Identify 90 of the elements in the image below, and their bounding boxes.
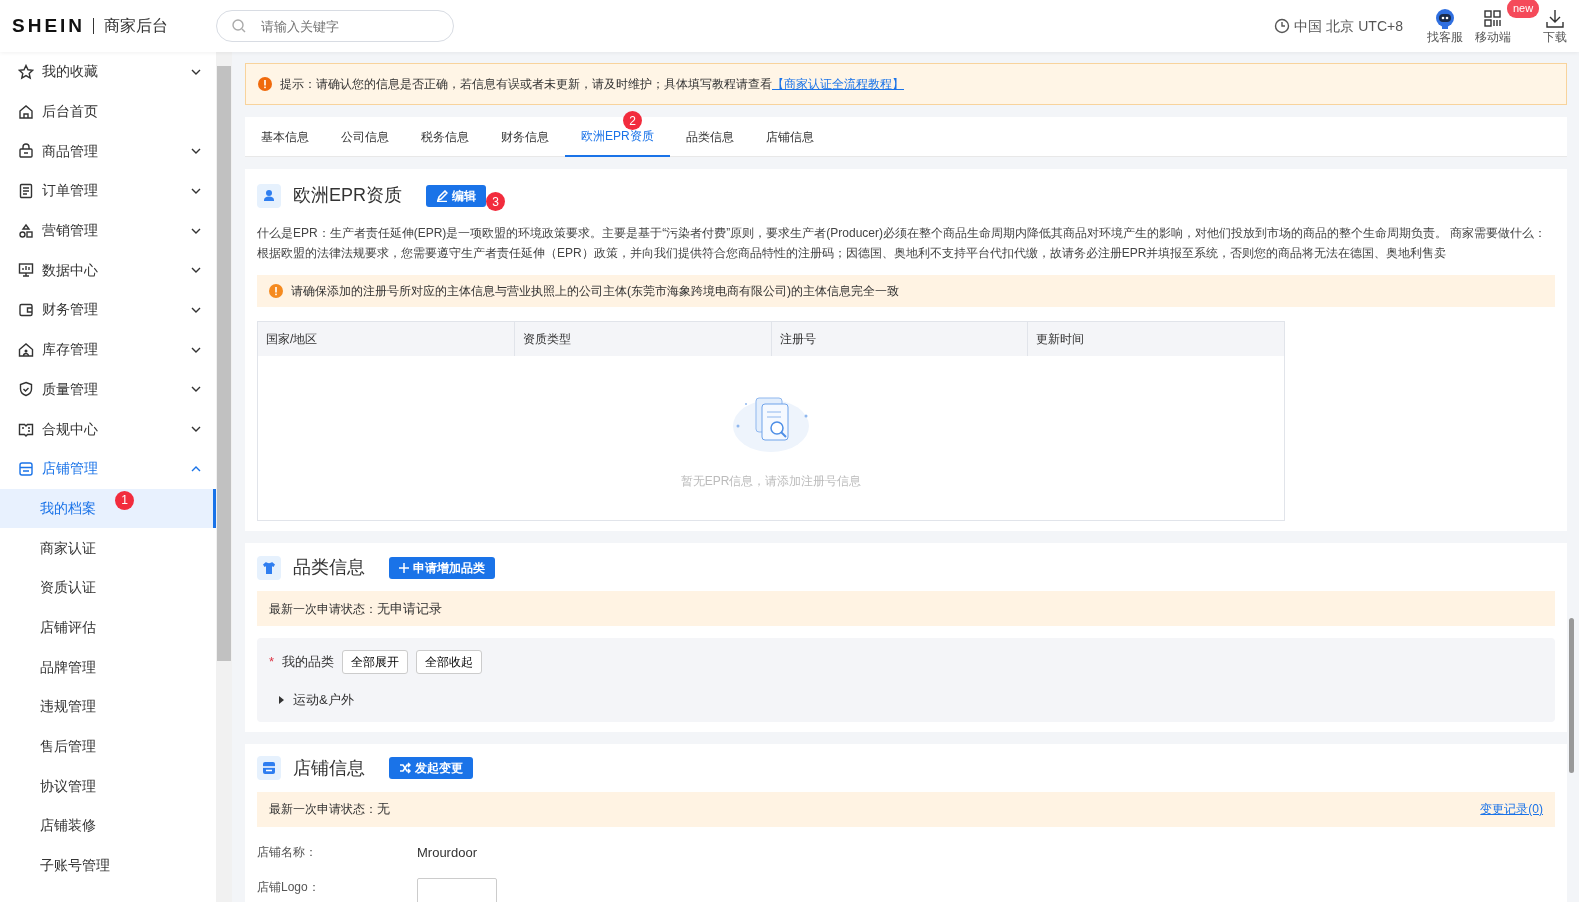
empty-text: 暂无EPR信息，请添加注册号信息 bbox=[680, 473, 862, 490]
sidebar-item[interactable]: 我的收藏 bbox=[0, 52, 216, 92]
shield-icon bbox=[18, 381, 34, 398]
tutorial-link[interactable]: 【商家认证全流程教程】 bbox=[772, 77, 904, 91]
warning-icon bbox=[269, 284, 283, 298]
column-header: 资质类型 bbox=[514, 322, 772, 356]
sidebar-item[interactable]: 后台首页 bbox=[0, 91, 216, 132]
sidebar-item[interactable]: 数据中心 bbox=[0, 250, 216, 291]
edit-icon bbox=[436, 189, 448, 202]
sidebar-subitem[interactable]: 商家认证 bbox=[0, 528, 216, 568]
wallet-icon bbox=[18, 301, 34, 318]
home-icon bbox=[18, 103, 34, 120]
field-label: 店铺Logo： bbox=[257, 879, 321, 896]
section-icon bbox=[257, 756, 281, 780]
field-label: 我的品类 bbox=[282, 653, 335, 672]
store-icon bbox=[18, 460, 34, 477]
app-subtitle: 商家后台 bbox=[93, 18, 169, 34]
qr-code-icon bbox=[1482, 8, 1504, 30]
sidebar-subitem[interactable]: 协议管理 bbox=[0, 766, 216, 807]
tab[interactable]: 税务信息 bbox=[405, 117, 485, 157]
caret-icon bbox=[277, 695, 285, 704]
section-icon bbox=[257, 555, 281, 580]
description-text: 什么是EPR：生产者责任延伸(EPR)是一项欧盟的环境政策要求。主要是基于“污染者付费”原则，要求生产者(Producer)必须在整个商品生命周期内降低其商品对环境产生的影响，对他们投放到市场的商品的整个生命周期负责。 商家需要做什么：根据欧盟的法律法规要求，您需要遵守生产者责任延伸（EPR）政策，并向我们提供符合您商品特性的注册码；因德国、奥地利不支持平台代扣代缴，故请务必注册EPR并填报至系统，否则您的商品将无法在德国、奥地利售卖 bbox=[257, 225, 1548, 262]
add-category-button[interactable]: 申请增加品类 bbox=[389, 556, 495, 579]
sidebar-subitem[interactable]: 资质认证 bbox=[0, 567, 216, 608]
search-icon bbox=[232, 19, 247, 33]
monitor-icon bbox=[18, 262, 34, 279]
section-icon bbox=[257, 183, 281, 208]
search-field[interactable]: 请输入关键字 bbox=[216, 10, 455, 42]
sidebar-item[interactable]: 质量管理 bbox=[0, 369, 216, 410]
step-marker: 1 bbox=[115, 490, 134, 510]
document-icon bbox=[18, 182, 34, 199]
sidebar-item[interactable]: 营销管理 bbox=[0, 210, 216, 251]
shapes-icon bbox=[18, 222, 34, 239]
header-tool[interactable]: 下载 bbox=[1543, 8, 1567, 44]
status-text: 最新一次申请状态：无申请记录 bbox=[269, 599, 442, 618]
required-mark: * bbox=[269, 653, 275, 672]
sidebar-item[interactable]: 合规中心 bbox=[0, 409, 216, 449]
tab[interactable]: 基本信息 bbox=[245, 117, 325, 157]
warning-icon bbox=[258, 77, 272, 91]
sidebar-subitem[interactable]: 店铺评估 bbox=[0, 607, 216, 648]
sidebar-subitem[interactable]: 售后管理 bbox=[0, 726, 216, 767]
sidebar-item[interactable]: 订单管理 bbox=[0, 171, 216, 211]
sidebar-subitem[interactable]: 店铺装修 bbox=[0, 806, 216, 846]
section-title: 品类信息 bbox=[293, 556, 365, 579]
new-badge: new bbox=[1507, 0, 1540, 18]
sidebar-item[interactable]: 商品管理 bbox=[0, 131, 216, 172]
sidebar-subitem[interactable]: 违规管理 bbox=[0, 687, 216, 727]
section-title: 欧洲EPR资质 bbox=[293, 184, 402, 207]
sidebar-item[interactable]: 库存管理 bbox=[0, 329, 216, 370]
change-button[interactable]: 发起变更 bbox=[389, 757, 473, 779]
notice-text: 提示：请确认您的信息是否正确，若信息有误或者未更新，请及时维护；具体填写教程请查看【商家认证全流程教程】 bbox=[280, 76, 904, 93]
logo: SHEIN bbox=[12, 13, 86, 38]
robot-icon bbox=[1434, 8, 1456, 30]
column-header: 注册号 bbox=[771, 322, 1029, 356]
header-tool[interactable]: 找客服 bbox=[1427, 8, 1463, 44]
status-text: 最新一次申请状态：无 bbox=[269, 800, 391, 819]
action-button[interactable]: 全部展开 bbox=[342, 650, 409, 674]
shuffle-icon bbox=[399, 762, 411, 774]
tree-node[interactable]: 运动&户外 bbox=[277, 690, 1543, 710]
scrollbar-thumb[interactable] bbox=[217, 66, 231, 661]
star-icon bbox=[18, 63, 34, 80]
download-icon bbox=[1544, 8, 1566, 30]
timezone-text: 中国 北京 UTC+8 bbox=[1294, 16, 1403, 36]
warning-text: 请确保添加的注册号所对应的主体信息与营业执照上的公司主体(东莞市海象跨境电商有限公司)的主体信息完全一致 bbox=[291, 283, 899, 300]
house-icon bbox=[18, 341, 34, 358]
column-header: 国家/地区 bbox=[258, 322, 515, 356]
scrollbar-thumb[interactable] bbox=[1569, 618, 1574, 773]
sidebar-item[interactable]: 财务管理 bbox=[0, 290, 216, 330]
sidebar-item[interactable]: 店铺管理 bbox=[0, 448, 216, 489]
sidebar-subitem[interactable]: 品牌管理 bbox=[0, 647, 216, 687]
bag-icon bbox=[18, 143, 34, 160]
field-label: 店铺名称： bbox=[257, 843, 318, 861]
sidebar-subitem[interactable]: 我的档案 1 bbox=[0, 488, 216, 529]
plus-icon bbox=[399, 562, 409, 573]
clock-icon bbox=[1274, 18, 1291, 34]
edit-button[interactable]: 编辑 bbox=[426, 184, 486, 207]
tab[interactable]: 公司信息 bbox=[325, 117, 405, 157]
book-icon bbox=[18, 421, 34, 438]
tab[interactable]: 店铺信息 bbox=[749, 117, 830, 157]
column-header: 更新时间 bbox=[1028, 322, 1284, 356]
step-marker: 3 bbox=[486, 192, 505, 211]
action-button[interactable]: 全部收起 bbox=[416, 650, 483, 674]
tab[interactable]: 财务信息 bbox=[485, 117, 565, 157]
field-value: Mrourdoor bbox=[417, 843, 477, 862]
history-link[interactable]: 变更记录(0) bbox=[1480, 800, 1543, 818]
section-title: 店铺信息 bbox=[293, 756, 365, 780]
step-marker: 2 bbox=[623, 111, 642, 130]
sidebar-subitem[interactable]: 子账号管理 bbox=[0, 845, 216, 886]
tab[interactable]: 品类信息 bbox=[669, 117, 750, 157]
